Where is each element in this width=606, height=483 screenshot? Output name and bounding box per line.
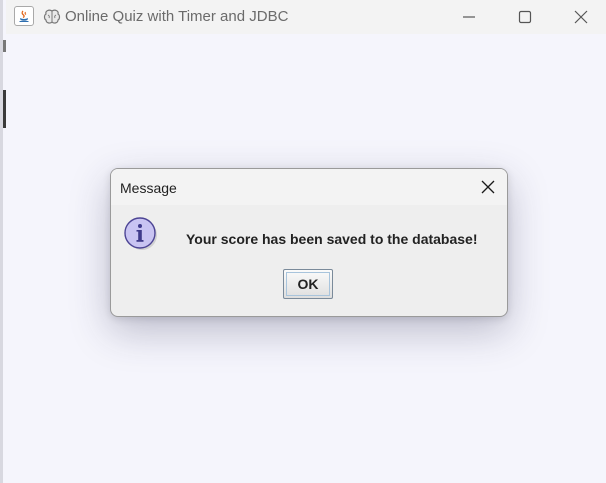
information-icon	[123, 215, 159, 251]
maximize-icon	[518, 10, 532, 24]
brain-icon	[42, 7, 62, 27]
java-icon[interactable]	[14, 6, 34, 26]
window-close-button[interactable]	[558, 0, 604, 34]
dialog-title: Message	[120, 180, 177, 196]
minimize-button[interactable]	[446, 0, 492, 34]
message-dialog: Message Your score has been saved to the…	[110, 168, 508, 317]
close-icon	[481, 180, 495, 194]
minimize-icon	[463, 16, 475, 18]
maximize-button[interactable]	[502, 0, 548, 34]
dialog-titlebar[interactable]: Message	[111, 169, 507, 205]
window-title: Online Quiz with Timer and JDBC	[65, 8, 289, 25]
window-titlebar[interactable]: Online Quiz with Timer and JDBC	[6, 0, 606, 34]
ok-button-label: OK	[286, 272, 330, 296]
ok-button[interactable]: OK	[283, 269, 333, 299]
close-icon	[574, 10, 588, 24]
dialog-close-button[interactable]	[473, 173, 503, 201]
app-window: Online Quiz with Timer and JDBC Message	[0, 0, 606, 483]
dialog-message: Your score has been saved to the databas…	[186, 231, 478, 247]
